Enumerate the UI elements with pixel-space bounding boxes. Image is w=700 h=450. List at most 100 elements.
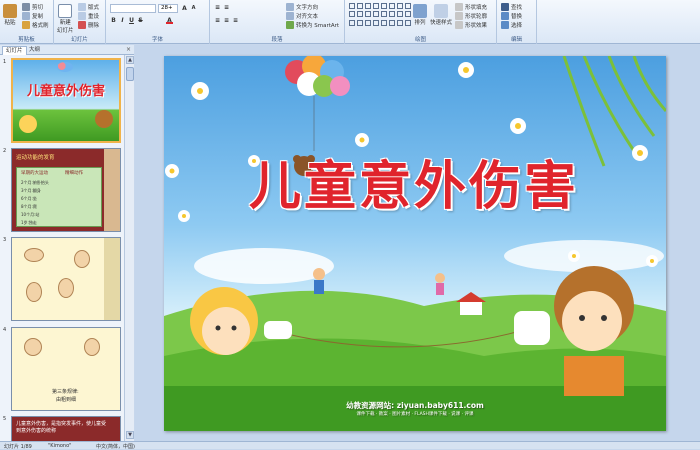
shape-item[interactable] xyxy=(397,11,403,18)
arrange-button[interactable]: 排列 xyxy=(413,4,427,26)
slide-thumbnail-2[interactable]: 运动功能的发育 早期的大运动 精细动作 2个月:俯卧抬头 3个月:翻身 6个月:… xyxy=(11,148,121,232)
scroll-down-arrow[interactable]: ▼ xyxy=(126,431,134,439)
arrange-label: 排列 xyxy=(414,20,426,26)
close-icon[interactable]: × xyxy=(126,46,131,53)
slide-thumbnail-3[interactable] xyxy=(11,237,121,321)
shape-item[interactable] xyxy=(373,11,379,18)
thumbnails-scrollbar[interactable]: ▲ ▼ xyxy=(124,55,134,441)
font-color-button[interactable]: A xyxy=(166,17,173,24)
slide-credit: 幼教资源网站: ziyuan.baby611.com xyxy=(346,401,484,410)
table-line: 1岁:独走 xyxy=(21,220,37,225)
balloons-image xyxy=(57,62,73,72)
shape-outline-button[interactable]: 形状轮廓 xyxy=(455,12,487,20)
slide-thumbnail-5[interactable]: 儿童意外伤害，是指突发事件，使儿童受到意外伤害的统称 xyxy=(11,416,121,441)
align-right-button[interactable]: ≡ xyxy=(232,17,239,24)
shape-item[interactable] xyxy=(365,11,371,18)
smartart-button[interactable]: 转换为 SmartArt xyxy=(286,21,339,29)
shape-fill-button[interactable]: 形状填充 xyxy=(455,3,487,11)
slide-credit-sub: 课件下载 · 教案 · 图片素材 · FLASH课件下载 · 说课 · 评课 xyxy=(356,412,474,417)
table-header-2: 精细动作 xyxy=(65,171,83,176)
new-slide-label: 新建 幻灯片 xyxy=(57,20,74,34)
shapes-gallery[interactable] xyxy=(349,3,411,27)
shape-item[interactable] xyxy=(349,3,355,9)
baby-image xyxy=(84,338,100,356)
shape-item[interactable] xyxy=(405,19,411,26)
shape-item[interactable] xyxy=(389,3,395,9)
font-name-box[interactable] xyxy=(110,4,156,13)
shape-item[interactable] xyxy=(405,3,411,9)
shape-item[interactable] xyxy=(365,19,371,26)
drawing-group-label: 绘图 xyxy=(414,37,426,43)
quick-styles-button[interactable]: 快速样式 xyxy=(430,4,452,26)
shape-item[interactable] xyxy=(381,19,387,26)
paste-button[interactable]: 粘贴 xyxy=(3,4,17,26)
reset-icon xyxy=(78,12,86,20)
align-center-button[interactable]: ≡ xyxy=(223,17,230,24)
table-line: 8个月:爬 xyxy=(21,204,37,209)
shape-item[interactable] xyxy=(397,19,403,26)
slide-canvas[interactable]: 儿童意外伤害 幼教资源网站: ziyuan.baby611.com 课件下载 ·… xyxy=(164,56,666,431)
tab-slides[interactable]: 幻灯片 xyxy=(2,46,27,55)
clipboard-group: 粘贴 剪切 复制 格式刷 剪贴板 xyxy=(0,0,54,44)
find-button[interactable]: 查找 xyxy=(501,3,522,11)
layout-button[interactable]: 版式 xyxy=(78,3,99,11)
shape-item[interactable] xyxy=(373,19,379,26)
format-painter-button[interactable]: 格式刷 xyxy=(22,21,49,29)
shape-item[interactable] xyxy=(365,3,371,9)
brush-icon xyxy=(22,21,30,29)
baby-image xyxy=(26,282,42,302)
text-direction-button[interactable]: 文字方向 xyxy=(286,3,318,11)
shape-item[interactable] xyxy=(357,11,363,18)
shape-effects-button[interactable]: 形状效果 xyxy=(455,21,487,29)
slides-group-label: 幻灯片 xyxy=(71,37,88,43)
copy-button[interactable]: 复制 xyxy=(22,12,43,20)
replace-button[interactable]: 替换 xyxy=(501,12,522,20)
smartart-icon xyxy=(286,21,294,29)
text-direction-icon xyxy=(286,3,294,11)
shape-item[interactable] xyxy=(357,19,363,26)
numbering-button[interactable]: ≡ xyxy=(223,4,230,11)
shrink-font-button[interactable]: A xyxy=(190,5,197,12)
italic-button[interactable]: I xyxy=(119,17,126,24)
shape-item[interactable] xyxy=(357,3,363,9)
underline-button[interactable]: U xyxy=(128,17,135,24)
font-size-box[interactable]: 28+ xyxy=(158,4,178,13)
delete-icon xyxy=(78,21,86,29)
delete-slide-button[interactable]: 删除 xyxy=(78,21,99,29)
slide-editor: 儿童意外伤害 幼教资源网站: ziyuan.baby611.com 课件下载 ·… xyxy=(135,45,700,441)
effects-icon xyxy=(455,21,463,29)
cut-button[interactable]: 剪切 xyxy=(22,3,43,11)
tab-outline[interactable]: 大纲 xyxy=(26,46,43,55)
reset-button[interactable]: 重设 xyxy=(78,12,99,20)
thumb-number: 1 xyxy=(3,59,7,65)
bullets-button[interactable]: ≡ xyxy=(214,4,221,11)
shape-item[interactable] xyxy=(381,11,387,18)
slide-thumbnail-1[interactable]: 儿童意外伤害 xyxy=(11,58,121,143)
align-left-button[interactable]: ≡ xyxy=(214,17,221,24)
select-button[interactable]: 选择 xyxy=(501,21,522,29)
bold-button[interactable]: B xyxy=(110,17,117,24)
table-line: 3个月:翻身 xyxy=(21,188,41,193)
grow-font-button[interactable]: A xyxy=(181,5,188,12)
scroll-thumb[interactable] xyxy=(126,67,134,81)
shape-item[interactable] xyxy=(389,11,395,18)
shape-item[interactable] xyxy=(373,3,379,9)
baby-image xyxy=(24,338,42,356)
slide-title[interactable]: 儿童意外伤害 xyxy=(249,144,579,219)
cursor-icon xyxy=(501,21,509,29)
shape-item[interactable] xyxy=(405,11,411,18)
shape-item[interactable] xyxy=(381,3,387,9)
align-text-button[interactable]: 对齐文本 xyxy=(286,12,318,20)
shape-item[interactable] xyxy=(397,3,403,9)
slide-thumbnail-4[interactable]: 第三条规律: 由粗到细 xyxy=(11,327,121,411)
scroll-up-arrow[interactable]: ▲ xyxy=(126,56,134,64)
shape-item[interactable] xyxy=(389,19,395,26)
shape-item[interactable] xyxy=(349,11,355,18)
thumb-table: 早期的大运动 精细动作 2个月:俯卧抬头 3个月:翻身 6个月:坐 8个月:爬 … xyxy=(16,167,102,227)
thumb-side-strip xyxy=(104,149,120,231)
strikethrough-button[interactable]: S xyxy=(137,17,144,24)
thumb-title: 儿童意外伤害 xyxy=(27,84,106,99)
new-slide-button[interactable]: 新建 幻灯片 xyxy=(57,4,74,34)
shape-item[interactable] xyxy=(349,19,355,26)
ribbon: 粘贴 剪切 复制 格式刷 剪贴板 新建 幻灯片 版式 重设 删除 幻灯片 28+… xyxy=(0,0,700,44)
